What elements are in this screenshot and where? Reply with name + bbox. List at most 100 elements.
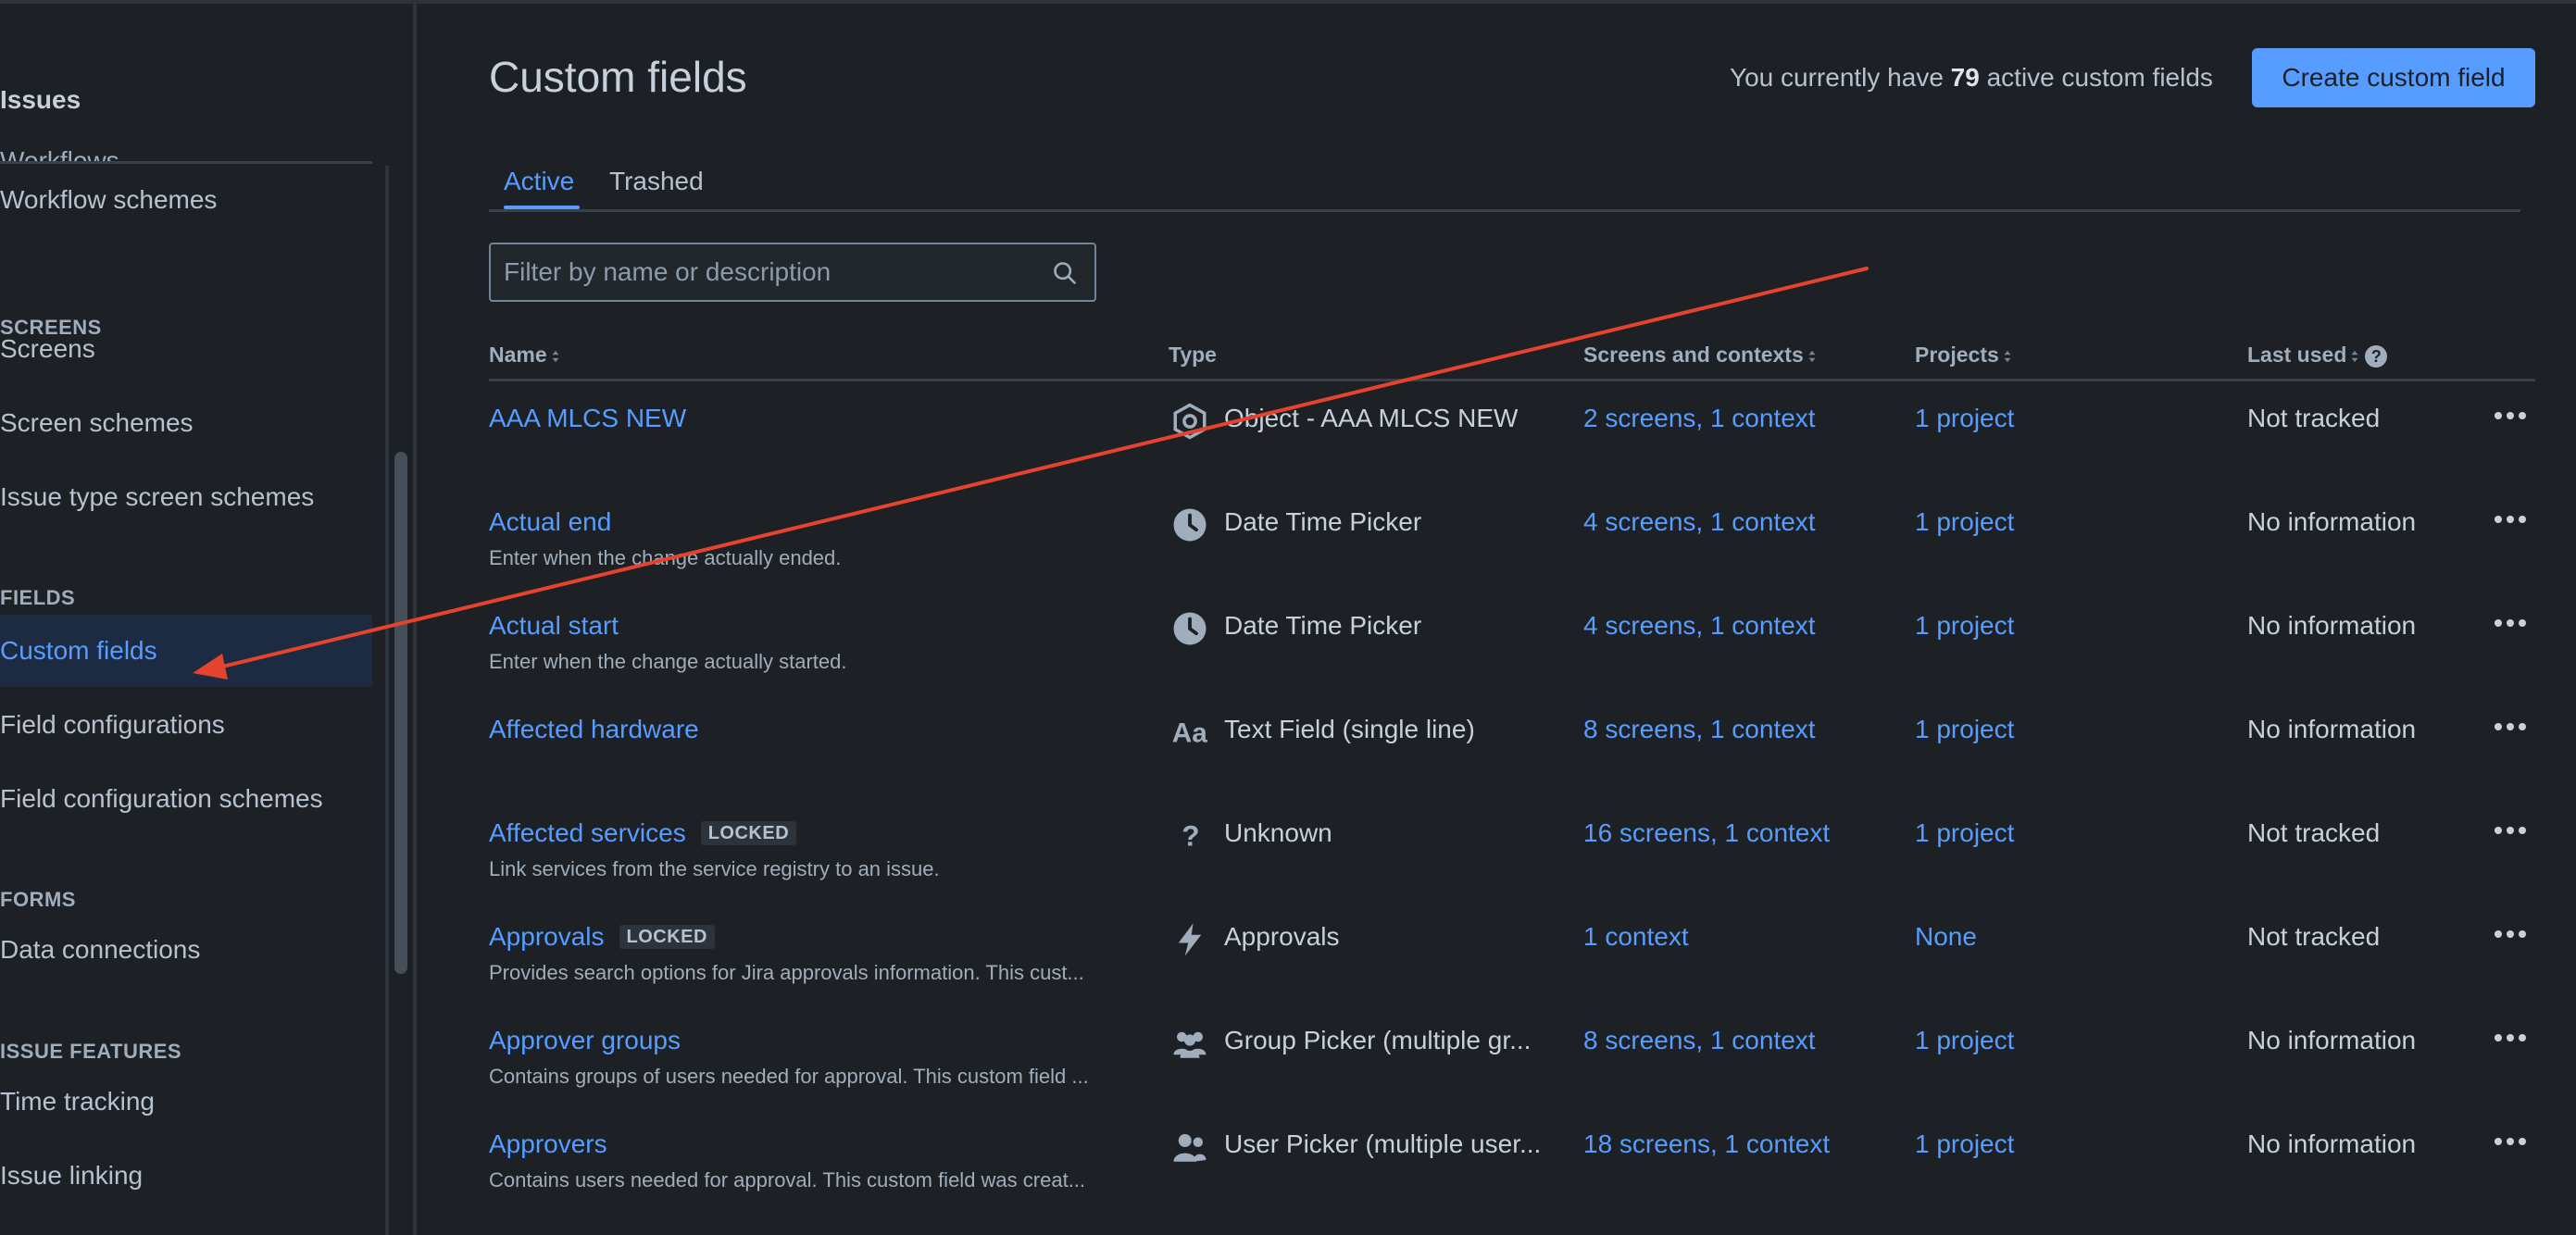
field-description: Contains groups of users needed for appr… bbox=[489, 1065, 1089, 1088]
column-header-projects[interactable]: Projects bbox=[1915, 343, 2012, 368]
table-row: Approver groups Contains groups of users … bbox=[0, 1026, 2576, 1129]
tab-active[interactable]: Active bbox=[504, 167, 574, 196]
screens-contexts-link[interactable]: 2 screens, 1 context bbox=[1583, 404, 1816, 433]
field-description: Contains users needed for approval. This… bbox=[489, 1168, 1086, 1191]
field-name: Approvers bbox=[489, 1129, 607, 1159]
projects-link[interactable]: 1 project bbox=[1915, 507, 2014, 537]
screens-contexts-link[interactable]: 4 screens, 1 context bbox=[1583, 611, 1816, 641]
question-icon: ? bbox=[1170, 817, 1209, 855]
table-row: AAA MLCS NEW Object - AAA MLCS NEW 2 scree… bbox=[0, 402, 2576, 507]
field-name: AAA MLCS NEW bbox=[489, 404, 686, 433]
text-icon: Aa bbox=[1170, 713, 1209, 752]
table-header-divider bbox=[489, 379, 2535, 381]
last-used: Not tracked bbox=[2247, 922, 2381, 951]
more-actions-icon[interactable] bbox=[2495, 615, 2533, 641]
sort-icon bbox=[1808, 350, 1816, 363]
last-used: No information bbox=[2247, 1026, 2417, 1054]
column-header-name[interactable]: Name bbox=[489, 343, 560, 368]
table-row: Actual start Enter when the change actual… bbox=[0, 611, 2576, 715]
active-field-count: You currently have 79 active custom fiel… bbox=[1730, 63, 2213, 93]
more-actions-icon[interactable] bbox=[2495, 926, 2533, 952]
projects-link[interactable]: None bbox=[1915, 922, 1977, 952]
field-name-link[interactable]: Affected hardware bbox=[489, 715, 699, 743]
last-used: No information bbox=[2247, 1129, 2417, 1158]
field-name-link[interactable]: Actual end bbox=[489, 507, 611, 536]
last-used: No information bbox=[2247, 715, 2417, 743]
more-actions-icon[interactable] bbox=[2495, 511, 2533, 537]
sidebar-heading: Issues bbox=[0, 85, 81, 114]
screens-contexts-link[interactable]: 16 screens, 1 context bbox=[1583, 818, 1830, 848]
object-icon bbox=[1170, 402, 1209, 441]
projects-link[interactable]: 1 project bbox=[1915, 715, 2014, 744]
group-icon bbox=[1170, 1024, 1209, 1063]
projects-link[interactable]: 1 project bbox=[1915, 404, 2014, 433]
screens-contexts-link[interactable]: 8 screens, 1 context bbox=[1583, 1026, 1816, 1055]
create-custom-field-button[interactable]: Create custom field bbox=[2252, 48, 2535, 107]
clock-icon bbox=[1170, 505, 1209, 544]
table-row: Affected services LOCKED Link services fro… bbox=[0, 818, 2576, 922]
field-type: Group Picker (multiple gr... bbox=[1224, 1026, 1532, 1054]
field-name: Approver groups bbox=[489, 1026, 681, 1055]
table-row: Approvals LOCKED Provides search options f… bbox=[0, 922, 2576, 1026]
field-name-link[interactable]: Approvers bbox=[489, 1129, 607, 1158]
svg-text:?: ? bbox=[1182, 819, 1199, 853]
field-description: Provides search options for Jira approva… bbox=[489, 961, 1084, 984]
column-screens-label: Screens and contexts bbox=[1583, 343, 1804, 367]
svg-text:Aa: Aa bbox=[1172, 718, 1207, 749]
help-icon[interactable]: ? bbox=[2365, 344, 2388, 368]
sidebar-item-workflow-schemes[interactable]: Workflow schemes bbox=[0, 164, 372, 236]
table-row: Affected hardware Aa Text Field (single li… bbox=[0, 715, 2576, 818]
tabs-divider bbox=[489, 209, 2520, 212]
last-used: No information bbox=[2247, 507, 2417, 536]
field-type: Unknown bbox=[1224, 818, 1332, 847]
last-used: No information bbox=[2247, 611, 2417, 640]
field-name: Affected hardware bbox=[489, 715, 699, 744]
sort-icon bbox=[552, 350, 559, 363]
bolt-icon bbox=[1170, 920, 1209, 959]
locked-badge: LOCKED bbox=[619, 925, 715, 949]
field-name: Affected services LOCKED bbox=[489, 818, 797, 848]
screens-contexts-link[interactable]: 4 screens, 1 context bbox=[1583, 507, 1816, 537]
field-name-link[interactable]: AAA MLCS NEW bbox=[489, 404, 686, 432]
field-name: Approvals LOCKED bbox=[489, 922, 715, 952]
field-name-link[interactable]: Approver groups bbox=[489, 1026, 681, 1054]
last-used: Not tracked bbox=[2247, 404, 2381, 432]
more-actions-icon[interactable] bbox=[2495, 407, 2533, 433]
count-prefix: You currently have bbox=[1730, 63, 1944, 92]
column-header-screens[interactable]: Screens and contexts bbox=[1583, 343, 1817, 368]
filter-input[interactable] bbox=[504, 244, 1041, 300]
sort-icon bbox=[2351, 350, 2358, 363]
field-type: Date Time Picker bbox=[1224, 507, 1422, 536]
column-header-last-used[interactable]: Last used? bbox=[2247, 343, 2388, 368]
sidebar-item-workflows[interactable]: Workflows bbox=[0, 143, 119, 163]
more-actions-icon[interactable] bbox=[2495, 1029, 2533, 1055]
more-actions-icon[interactable] bbox=[2495, 718, 2533, 744]
clock-icon bbox=[1170, 609, 1209, 648]
field-type: Approvals bbox=[1224, 922, 1340, 951]
filter-box bbox=[489, 243, 1096, 302]
projects-link[interactable]: 1 project bbox=[1915, 1026, 2014, 1055]
field-name-link[interactable]: Actual start bbox=[489, 611, 619, 640]
count-value: 79 bbox=[1950, 63, 1980, 92]
column-header-type: Type bbox=[1169, 343, 1217, 367]
screens-contexts-link[interactable]: 1 context bbox=[1583, 922, 1689, 952]
screens-contexts-link[interactable]: 18 screens, 1 context bbox=[1583, 1129, 1830, 1159]
screens-contexts-link[interactable]: 8 screens, 1 context bbox=[1583, 715, 1816, 744]
column-name-label: Name bbox=[489, 343, 547, 367]
field-type: Text Field (single line) bbox=[1224, 715, 1475, 743]
field-name: Actual start bbox=[489, 611, 619, 641]
projects-link[interactable]: 1 project bbox=[1915, 1129, 2014, 1159]
search-icon[interactable] bbox=[1052, 260, 1078, 286]
count-suffix: active custom fields bbox=[1986, 63, 2213, 92]
projects-link[interactable]: 1 project bbox=[1915, 818, 2014, 848]
field-name-link[interactable]: Affected services bbox=[489, 818, 686, 847]
more-actions-icon[interactable] bbox=[2495, 822, 2533, 848]
tab-trashed[interactable]: Trashed bbox=[609, 167, 704, 196]
locked-badge: LOCKED bbox=[700, 821, 797, 845]
field-name: Actual end bbox=[489, 507, 611, 537]
projects-link[interactable]: 1 project bbox=[1915, 611, 2014, 641]
sidebar-item-screens[interactable]: Screens bbox=[0, 313, 372, 385]
field-type: Date Time Picker bbox=[1224, 611, 1422, 640]
field-name-link[interactable]: Approvals bbox=[489, 922, 605, 951]
more-actions-icon[interactable] bbox=[2495, 1133, 2533, 1159]
